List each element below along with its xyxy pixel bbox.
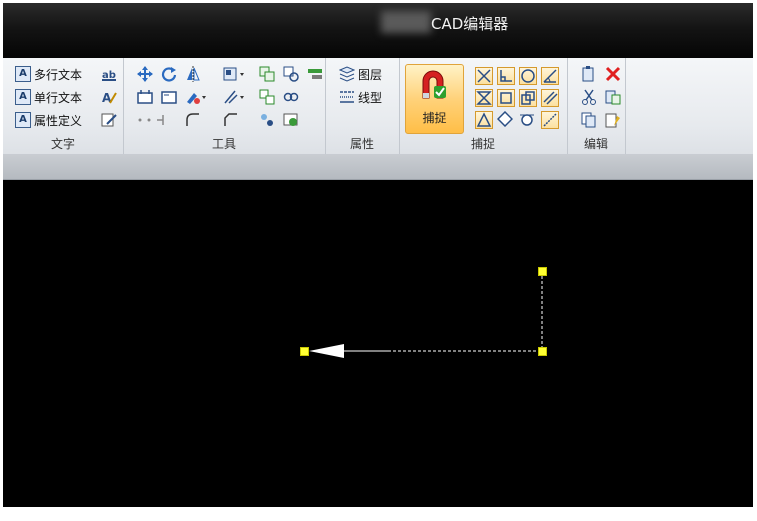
match-properties-icon[interactable] (605, 112, 621, 128)
grip-top-endpoint[interactable] (538, 267, 547, 276)
properties-group-label: 属性 (349, 137, 374, 151)
attribute-define-button[interactable]: A 属性定义 (15, 110, 82, 130)
snap-toggle-label: 捕捉 (422, 111, 447, 125)
linetype-icon (340, 91, 354, 103)
color-brush-dropdown-icon[interactable] (185, 89, 209, 105)
cad-window: CAD编辑器 A 多行文本 A 单行文本 A 属性定义 ab A 文字 工具 图… (3, 3, 753, 507)
parallel-snap-icon (543, 91, 558, 105)
multiline-text-icon: A (15, 66, 31, 82)
cut-icon[interactable] (581, 89, 597, 105)
text-pencil-icon[interactable] (101, 112, 117, 128)
circle-center-snap-icon (521, 69, 535, 83)
snap-center-button[interactable] (519, 67, 537, 85)
ribbon-group-snap: 捕捉 捕捉 (399, 58, 568, 154)
angle-snap-icon (543, 69, 557, 83)
delete-icon[interactable] (605, 66, 621, 82)
chain-icon[interactable] (283, 89, 299, 105)
snap-parallel-button[interactable] (541, 89, 559, 107)
tangent-snap-icon (520, 114, 534, 126)
grip-corner-vertex[interactable] (538, 347, 547, 356)
copy-icon[interactable] (581, 112, 597, 128)
nearest-snap-icon (543, 113, 557, 127)
ribbon-group-edit: 编辑 (567, 58, 626, 154)
node-snap-icon (500, 92, 512, 104)
purge-icon[interactable] (283, 112, 299, 128)
singleline-text-button[interactable]: A 单行文本 (15, 87, 82, 107)
text-group-label: 文字 (50, 137, 75, 151)
ribbon-group-tools: 工具 (123, 58, 326, 154)
scale-icon[interactable] (161, 89, 177, 105)
stretch-icon[interactable] (137, 89, 153, 105)
snap-extension-button[interactable] (519, 89, 537, 107)
linetype-label: 线型 (358, 90, 383, 105)
arrowhead-icon[interactable] (309, 344, 344, 358)
copy-objects-icon[interactable] (259, 66, 275, 82)
drawing-svg (309, 271, 543, 358)
quadrant-snap-icon (496, 110, 514, 128)
grip-arrow-endpoint[interactable] (300, 347, 309, 356)
attribute-define-icon: A (15, 112, 31, 128)
paste-icon[interactable] (581, 66, 597, 82)
title-bar: CAD编辑器 (3, 3, 753, 58)
snap-tangent-button[interactable] (519, 111, 537, 129)
snap-hourglass-button[interactable] (475, 89, 493, 107)
chamfer-icon[interactable] (223, 112, 239, 128)
intersection-snap-icon (477, 69, 491, 83)
tools-group-label: 工具 (211, 137, 236, 151)
snap-nearest-button[interactable] (541, 111, 559, 129)
offset-icon[interactable] (259, 89, 275, 105)
mirror-icon[interactable] (185, 66, 201, 82)
point-line-icon[interactable] (137, 112, 165, 128)
paste-special-icon[interactable] (605, 89, 621, 105)
title-blurred-prefix (381, 11, 431, 33)
layer-icon (339, 66, 355, 82)
multiline-text-button[interactable]: A 多行文本 (15, 64, 82, 84)
singleline-text-label: 单行文本 (34, 90, 83, 105)
magnet-icon (422, 70, 446, 99)
snap-midpoint-button[interactable] (475, 111, 493, 129)
snap-square-button[interactable] (497, 89, 515, 107)
perpendicular-snap-icon (500, 70, 512, 82)
join-icon[interactable] (259, 112, 275, 128)
insertion-snap-icon (476, 91, 492, 105)
linetype-button[interactable]: 线型 (339, 87, 382, 107)
snap-toggle-button[interactable]: 捕捉 (405, 64, 464, 134)
snap-perpendicular-button[interactable] (497, 67, 515, 85)
layer-label: 图层 (358, 67, 383, 82)
text-style-icon[interactable]: ab (101, 66, 117, 82)
midpoint-snap-icon (476, 112, 492, 127)
block-dropdown-icon[interactable] (223, 66, 247, 82)
rotate-icon[interactable] (161, 66, 177, 82)
snap-quadrant-button[interactable] (496, 110, 515, 129)
ribbon-group-text: A 多行文本 A 单行文本 A 属性定义 ab A 文字 (3, 58, 124, 154)
layer-button[interactable]: 图层 (339, 64, 382, 84)
attribute-define-label: 属性定义 (34, 113, 83, 128)
snap-angle-button[interactable] (541, 67, 559, 85)
window-title: CAD编辑器 (431, 15, 509, 33)
explode-dropdown-icon[interactable] (223, 89, 247, 105)
text-edit-icon[interactable]: A (101, 89, 117, 105)
ribbon-group-properties: 图层 线型 属性 (325, 58, 400, 154)
drawing-canvas[interactable] (3, 180, 753, 507)
multiline-text-label: 多行文本 (34, 67, 83, 82)
ribbon-collapse-strip (3, 154, 753, 180)
extension-snap-icon (521, 91, 535, 105)
ribbon: A 多行文本 A 单行文本 A 属性定义 ab A 文字 工具 图层 线型 属性… (3, 58, 753, 155)
group-icon[interactable] (307, 66, 323, 82)
move-icon[interactable] (137, 66, 153, 82)
singleline-text-icon: A (15, 89, 31, 105)
snap-intersection-button[interactable] (475, 67, 493, 85)
array-icon[interactable] (283, 66, 299, 82)
edit-group-label: 编辑 (583, 137, 608, 151)
fillet-icon[interactable] (185, 112, 201, 128)
snap-group-label: 捕捉 (470, 137, 495, 151)
